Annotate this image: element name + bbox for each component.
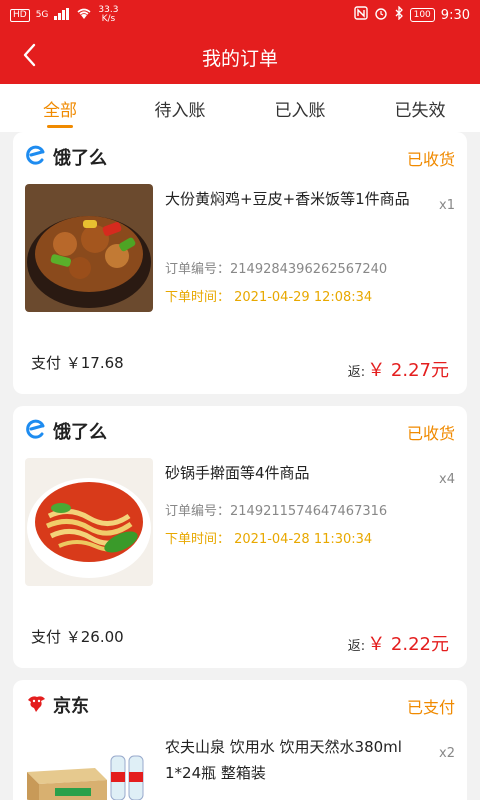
order-tabs: 全部 待入账 已入账 已失效 (0, 84, 480, 132)
order-status: 已收货 (406, 424, 455, 443)
platform-name: 饿了么 (53, 422, 107, 443)
order-status: 已支付 (406, 698, 455, 717)
rebate-label: 返: (347, 365, 366, 380)
pay-amount: 支付 ￥17.68 (31, 354, 124, 372)
order-card[interactable]: 京东 已支付 农夫山泉 饮用水 饮用天然水380ml 1*24瓶 整箱装 x2 (13, 680, 467, 800)
product-image (25, 458, 153, 586)
nfc-icon (353, 6, 368, 24)
eleme-icon (25, 418, 47, 444)
tab-credited[interactable]: 已入账 (240, 84, 360, 132)
platform-name: 京东 (53, 696, 89, 717)
rebate-amount: ￥ 2.22元 (367, 634, 449, 655)
tab-pending[interactable]: 待入账 (120, 84, 240, 132)
tab-all[interactable]: 全部 (0, 84, 120, 132)
order-number: 订单编号：2149211574647467316 (165, 504, 388, 519)
speed-unit: K/s (101, 14, 116, 24)
rebate-amount: ￥ 2.27元 (367, 360, 449, 381)
nav-bar: 我的订单 (0, 30, 480, 84)
eleme-icon (25, 144, 47, 170)
order-header: 京东 (25, 692, 89, 718)
status-bar: HD 5G 33.3 K/s 100 9:30 (0, 0, 480, 30)
product-title: 大份黄焖鸡+豆皮+香米饭等1件商品 (165, 190, 410, 208)
jd-icon (25, 692, 47, 718)
order-status: 已收货 (406, 150, 455, 169)
order-header: 饿了么 (25, 418, 107, 444)
order-time: 下单时间： 2021-04-29 12:08:34 (165, 290, 373, 305)
pay-amount: 支付 ￥26.00 (31, 628, 124, 646)
order-list: 饿了么 已收货 大份黄焖鸡+豆皮+香米饭等1件商品 x1 订单编号：214928… (0, 132, 480, 800)
order-number: 订单编号：2149284396262567240 (165, 262, 388, 277)
product-image (25, 184, 153, 312)
page-title: 我的订单 (201, 48, 278, 70)
network-type: 5G (35, 10, 49, 20)
product-title: 农夫山泉 饮用水 饮用天然水380ml 1*24瓶 整箱装 (165, 738, 402, 782)
product-title: 砂锅手擀面等4件商品 (165, 464, 310, 482)
order-card[interactable]: 饿了么 已收货 大份黄焖鸡+豆皮+香米饭等1件商品 x1 订单编号：214928… (13, 132, 467, 394)
product-image (25, 752, 153, 800)
rebate-info: 返: ￥ 2.22元 (348, 630, 449, 656)
rebate-info: 返: ￥ 2.27元 (348, 356, 449, 382)
platform-name: 饿了么 (53, 148, 107, 169)
order-card[interactable]: 饿了么 已收货 砂锅手擀面等4件商品 x4 订单编号：2149211574647… (13, 406, 467, 668)
network-speed: 33.3 K/s (98, 6, 118, 24)
bluetooth-icon (394, 5, 404, 24)
signal-icon (54, 7, 70, 23)
clock: 9:30 (440, 7, 470, 23)
product-quantity: x2 (439, 746, 455, 761)
product-quantity: x4 (439, 472, 455, 487)
wifi-icon (76, 8, 92, 23)
alarm-icon (374, 6, 388, 24)
rebate-label: 返: (347, 639, 366, 654)
tab-expired[interactable]: 已失效 (360, 84, 480, 132)
hd-badge: HD (10, 8, 30, 22)
battery-indicator: 100 (409, 8, 435, 22)
product-quantity: x1 (439, 198, 455, 213)
order-header: 饿了么 (25, 144, 107, 170)
order-time: 下单时间： 2021-04-28 11:30:34 (165, 532, 373, 547)
